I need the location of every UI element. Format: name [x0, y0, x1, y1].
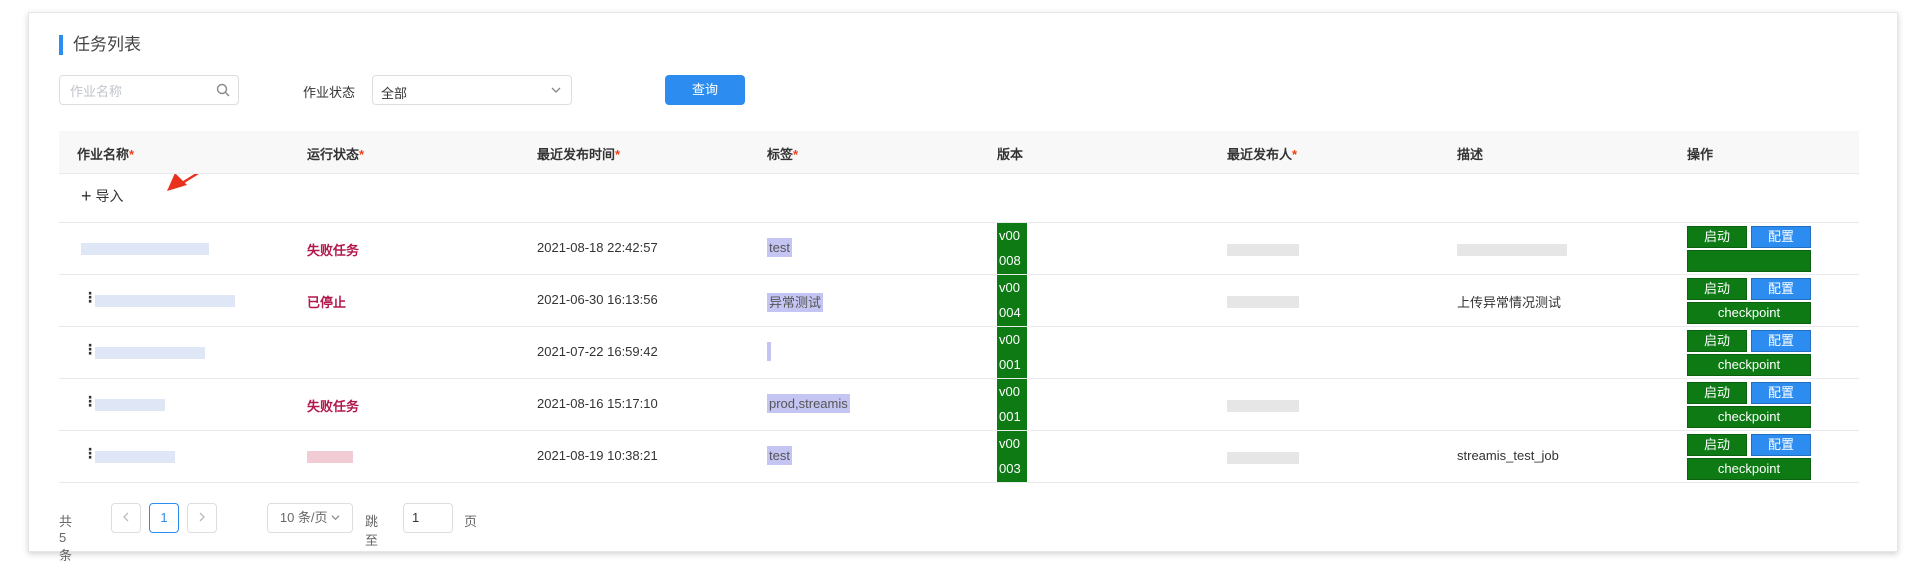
description-redacted	[1457, 244, 1567, 259]
description: 上传异常情况测试	[1457, 295, 1562, 310]
publisher-redacted	[1227, 400, 1299, 415]
jump-label: 跳至	[365, 514, 379, 548]
total-count: 共 5 条	[59, 514, 73, 563]
chevron-left-icon	[123, 512, 129, 522]
start-button[interactable]: 启动	[1687, 226, 1747, 248]
header-tag[interactable]: 标签*	[767, 144, 798, 163]
job-name-redacted[interactable]	[95, 451, 175, 466]
config-button[interactable]: 配置	[1751, 382, 1811, 404]
version-badge: v00 003	[997, 431, 1027, 482]
publish-time: 2021-06-30 16:13:56	[537, 292, 658, 307]
version-badge: v00 001	[997, 379, 1027, 430]
task-table: 作业名称* 运行状态* 最近发布时间* 标签* 版本 最近发布人* 描述 操作 …	[59, 131, 1859, 483]
header-run-status[interactable]: 运行状态*	[307, 144, 364, 163]
version-badge: v00 004	[997, 275, 1027, 326]
job-status-label: 作业状态	[303, 85, 356, 100]
publish-time: 2021-08-18 22:42:57	[537, 240, 658, 255]
checkpoint-button[interactable]: checkpoint	[1687, 302, 1811, 324]
tag-badge	[767, 342, 771, 361]
publisher-redacted	[1227, 452, 1299, 467]
tag-cell: 异常测试	[767, 292, 824, 312]
publish-time: 2021-07-22 16:59:42	[537, 344, 658, 359]
job-status-value: 全部	[381, 86, 408, 101]
tag-badge: 异常测试	[767, 293, 824, 312]
job-name-search[interactable]	[59, 75, 239, 106]
tag-cell: test	[767, 446, 792, 465]
search-icon[interactable]	[216, 83, 230, 97]
table-row: ⋮ 2021-07-22 16:59:42 v00 001 启动 配置 check…	[59, 327, 1859, 379]
version-badge: v00 001	[997, 327, 1027, 378]
job-name-redacted[interactable]	[81, 243, 209, 258]
start-button[interactable]: 启动	[1687, 330, 1747, 352]
checkpoint-button[interactable]: checkpoint	[1687, 406, 1811, 428]
config-button[interactable]: 配置	[1751, 434, 1811, 456]
publisher-redacted	[1227, 244, 1299, 259]
run-status: 失败任务	[307, 243, 360, 258]
checkpoint-button[interactable]: checkpoint	[1687, 458, 1811, 480]
tag-cell: prod,streamis	[767, 394, 850, 413]
header-last-publish-time[interactable]: 最近发布时间*	[537, 144, 620, 163]
config-button[interactable]: 配置	[1751, 278, 1811, 300]
chevron-right-icon	[199, 512, 205, 522]
header-last-publisher[interactable]: 最近发布人*	[1227, 144, 1297, 163]
job-name-redacted[interactable]	[95, 295, 235, 310]
job-name-input[interactable]	[68, 76, 212, 106]
task-list-card: 任务列表 作业状态 全部 查询 作业名称* 运行状态* 最近发布时间* 标签* …	[28, 12, 1898, 563]
jump-page-input[interactable]: 1	[403, 503, 453, 533]
run-status-redacted	[307, 451, 353, 466]
start-button[interactable]: 启动	[1687, 382, 1747, 404]
table-header: 作业名称* 运行状态* 最近发布时间* 标签* 版本 最近发布人* 描述 操作	[59, 131, 1859, 174]
publish-time: 2021-08-19 10:38:21	[537, 448, 658, 463]
start-button[interactable]: 启动	[1687, 434, 1747, 456]
job-status-select[interactable]: 全部	[372, 75, 572, 105]
publish-time: 2021-08-16 15:17:10	[537, 396, 658, 411]
next-page-button[interactable]	[187, 503, 217, 533]
header-actions: 操作	[1687, 147, 1714, 162]
header-description: 描述	[1457, 147, 1484, 162]
run-status: 失败任务	[307, 399, 360, 414]
header-job-name[interactable]: 作业名称*	[77, 144, 134, 163]
publisher-redacted	[1227, 296, 1299, 311]
chevron-down-icon	[551, 87, 561, 93]
run-status: 已停止	[307, 295, 347, 310]
checkpoint-button[interactable]	[1687, 250, 1811, 272]
tag-cell	[767, 342, 771, 361]
description: streamis_test_job	[1457, 448, 1559, 463]
job-name-redacted[interactable]	[95, 399, 165, 414]
tag-badge: test	[767, 446, 792, 465]
job-name-redacted[interactable]	[95, 347, 205, 362]
config-button[interactable]: 配置	[1751, 330, 1811, 352]
table-row: 失败任务 2021-08-18 22:42:57 test v00 008 启动 …	[59, 223, 1859, 275]
page-size-select[interactable]: 10 条/页	[267, 503, 353, 533]
checkpoint-button[interactable]: checkpoint	[1687, 354, 1811, 376]
plus-icon: +	[81, 186, 92, 206]
tag-badge: prod,streamis	[767, 394, 850, 413]
import-row: + 导入	[59, 174, 1859, 223]
query-button[interactable]: 查询	[665, 75, 745, 105]
start-button[interactable]: 启动	[1687, 278, 1747, 300]
import-button[interactable]: + 导入	[81, 186, 124, 207]
version-badge: v00 008	[997, 223, 1027, 274]
header-version: 版本	[997, 147, 1024, 162]
tag-badge: test	[767, 238, 792, 257]
tag-cell: test	[767, 238, 792, 257]
table-row: ⋮ 失败任务 2021-08-16 15:17:10 prod,streamis…	[59, 379, 1859, 431]
prev-page-button[interactable]	[111, 503, 141, 533]
chevron-down-icon	[331, 515, 340, 521]
page-unit-label: 页	[464, 514, 478, 529]
page-title: 任务列表	[73, 35, 141, 54]
table-row: ⋮ 2021-08-19 10:38:21 test v00 003 stream…	[59, 431, 1859, 483]
table-row: ⋮ 已停止 2021-06-30 16:13:56 异常测试 v00 004 上传…	[59, 275, 1859, 327]
page-1-button[interactable]: 1	[149, 503, 179, 533]
config-button[interactable]: 配置	[1751, 226, 1811, 248]
